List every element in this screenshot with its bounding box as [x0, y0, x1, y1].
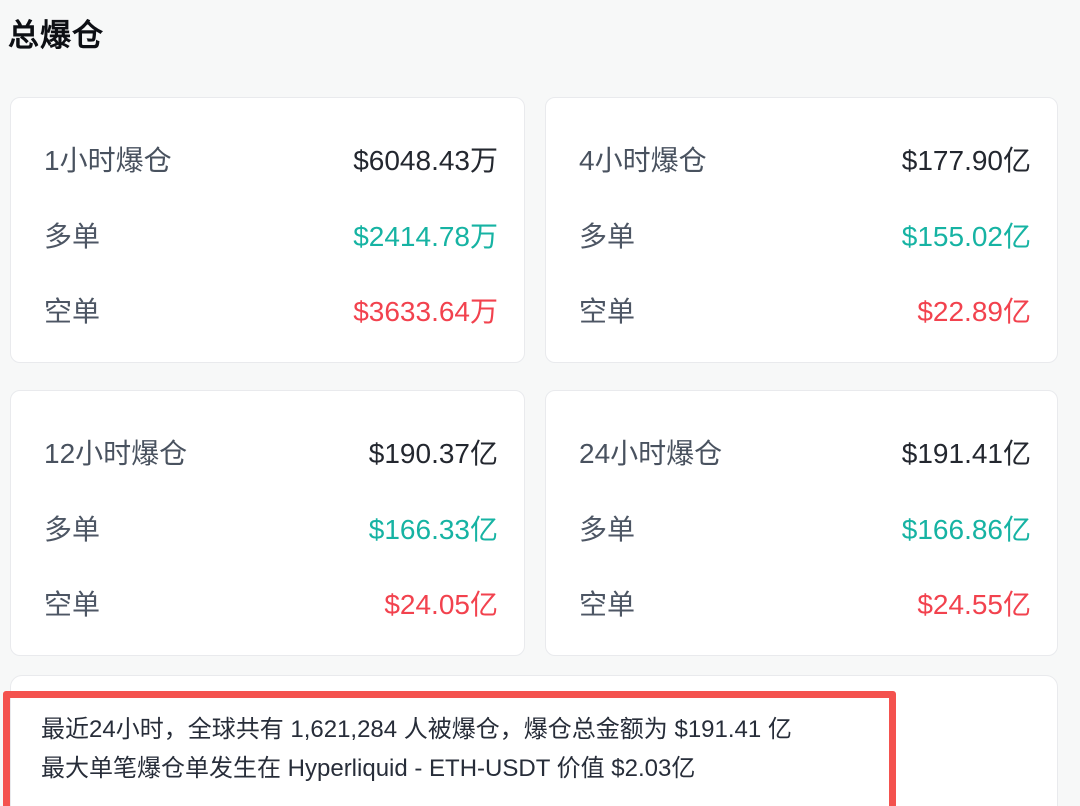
long-value: $2414.78万 [353, 220, 498, 252]
period-label: 24小时爆仓 [579, 438, 723, 469]
period-label: 12小时爆仓 [44, 438, 188, 469]
short-value: $24.55亿 [917, 589, 1031, 620]
total-row: 1小时爆仓 $6048.43万 [44, 147, 498, 175]
short-label: 空单 [44, 296, 101, 327]
total-value: $177.90亿 [901, 145, 1031, 176]
short-row: 空单 $3633.64万 [44, 298, 498, 326]
short-row: 空单 $24.05亿 [44, 591, 498, 619]
total-row: 4小时爆仓 $177.90亿 [579, 147, 1031, 175]
summary-line-2: 最大单笔爆仓单发生在 Hyperliquid - ETH-USDT 价值 $2.… [41, 755, 696, 782]
liquidation-card-4h: 4小时爆仓 $177.90亿 多单 $155.02亿 空单 $22.89亿 [545, 97, 1058, 363]
total-value: $190.37亿 [368, 438, 498, 469]
summary-line-1: 最近24小时，全球共有 1,621,284 人被爆仓，爆仓总金额为 $191.4… [41, 716, 792, 743]
long-row: 多单 $155.02亿 [579, 220, 1031, 252]
period-label: 4小时爆仓 [579, 145, 707, 176]
long-row: 多单 $166.86亿 [579, 513, 1031, 545]
liquidation-card-12h: 12小时爆仓 $190.37亿 多单 $166.33亿 空单 $24.05亿 [10, 390, 525, 656]
long-row: 多单 $2414.78万 [44, 220, 498, 252]
liquidation-cards-grid: 1小时爆仓 $6048.43万 多单 $2414.78万 空单 $3633.64… [10, 97, 1058, 656]
short-value: $22.89亿 [917, 296, 1031, 327]
long-label: 多单 [579, 513, 636, 545]
long-label: 多单 [44, 513, 101, 545]
summary-card: 最近24小时，全球共有 1,621,284 人被爆仓，爆仓总金额为 $191.4… [10, 675, 1058, 806]
long-value: $166.86亿 [901, 513, 1031, 545]
long-row: 多单 $166.33亿 [44, 513, 498, 545]
short-label: 空单 [579, 589, 636, 620]
long-value: $155.02亿 [901, 220, 1031, 252]
total-value: $6048.43万 [353, 145, 498, 176]
short-value: $3633.64万 [353, 296, 498, 327]
long-value: $166.33亿 [368, 513, 498, 545]
short-row: 空单 $22.89亿 [579, 298, 1031, 326]
total-value: $191.41亿 [901, 438, 1031, 469]
short-label: 空单 [44, 589, 101, 620]
page-title: 总爆仓 [8, 18, 104, 53]
period-label: 1小时爆仓 [44, 145, 172, 176]
long-label: 多单 [44, 220, 101, 252]
liquidation-card-1h: 1小时爆仓 $6048.43万 多单 $2414.78万 空单 $3633.64… [10, 97, 525, 363]
long-label: 多单 [579, 220, 636, 252]
short-value: $24.05亿 [384, 589, 498, 620]
liquidation-dashboard: 总爆仓 1小时爆仓 $6048.43万 多单 $2414.78万 空单 $363… [0, 0, 1080, 806]
total-row: 12小时爆仓 $190.37亿 [44, 440, 498, 468]
liquidation-card-24h: 24小时爆仓 $191.41亿 多单 $166.86亿 空单 $24.55亿 [545, 390, 1058, 656]
short-row: 空单 $24.55亿 [579, 591, 1031, 619]
short-label: 空单 [579, 296, 636, 327]
total-row: 24小时爆仓 $191.41亿 [579, 440, 1031, 468]
